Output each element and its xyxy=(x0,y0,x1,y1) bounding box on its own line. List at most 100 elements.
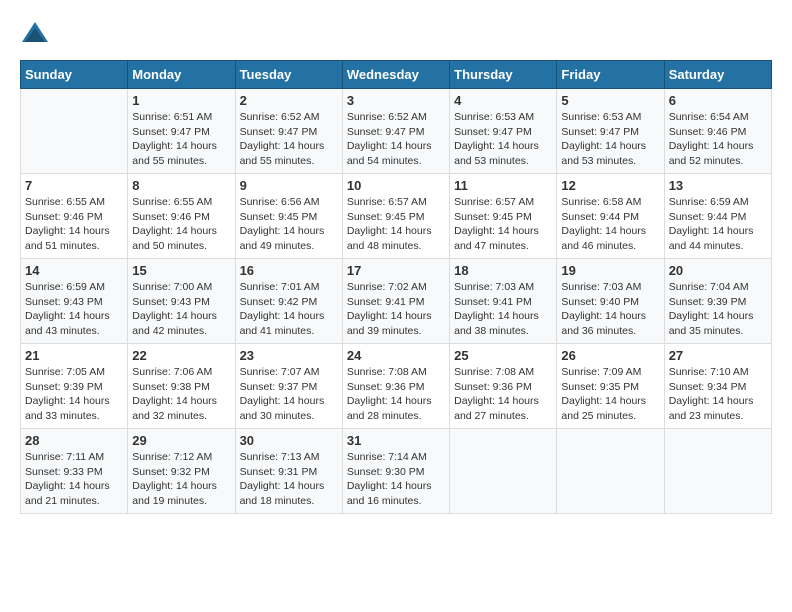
day-number: 22 xyxy=(132,348,230,363)
day-number: 12 xyxy=(561,178,659,193)
table-cell: 13Sunrise: 6:59 AMSunset: 9:44 PMDayligh… xyxy=(664,174,771,259)
day-number: 23 xyxy=(240,348,338,363)
day-number: 31 xyxy=(347,433,445,448)
day-number: 27 xyxy=(669,348,767,363)
day-info: Sunrise: 7:13 AMSunset: 9:31 PMDaylight:… xyxy=(240,450,338,509)
table-cell: 1Sunrise: 6:51 AMSunset: 9:47 PMDaylight… xyxy=(128,89,235,174)
day-info: Sunrise: 6:52 AMSunset: 9:47 PMDaylight:… xyxy=(240,110,338,169)
day-info: Sunrise: 6:57 AMSunset: 9:45 PMDaylight:… xyxy=(454,195,552,254)
day-info: Sunrise: 7:03 AMSunset: 9:40 PMDaylight:… xyxy=(561,280,659,339)
table-cell: 25 Sunrise: 7:08 AMSunset: 9:36 PMDayligh… xyxy=(450,344,557,429)
table-cell: 22 Sunrise: 7:06 AMSunset: 9:38 PMDayligh… xyxy=(128,344,235,429)
day-number: 16 xyxy=(240,263,338,278)
table-cell: 20 Sunrise: 7:04 AMSunset: 9:39 PMDayligh… xyxy=(664,259,771,344)
day-info: Sunrise: 6:56 AMSunset: 9:45 PMDaylight:… xyxy=(240,195,338,254)
day-info: Sunrise: 6:58 AMSunset: 9:44 PMDaylight:… xyxy=(561,195,659,254)
day-number: 29 xyxy=(132,433,230,448)
page-header xyxy=(20,20,772,50)
day-info: Sunrise: 7:11 AMSunset: 9:33 PMDaylight:… xyxy=(25,450,123,509)
table-cell: 24 Sunrise: 7:08 AMSunset: 9:36 PMDayligh… xyxy=(342,344,449,429)
table-cell: 9 Sunrise: 6:56 AMSunset: 9:45 PMDaylight… xyxy=(235,174,342,259)
table-cell: 12 Sunrise: 6:58 AMSunset: 9:44 PMDayligh… xyxy=(557,174,664,259)
day-number: 30 xyxy=(240,433,338,448)
day-number: 24 xyxy=(347,348,445,363)
day-info: Sunrise: 7:08 AMSunset: 9:36 PMDaylight:… xyxy=(347,365,445,424)
day-number: 8 xyxy=(132,178,230,193)
table-cell xyxy=(557,429,664,514)
day-number: 28 xyxy=(25,433,123,448)
day-number: 21 xyxy=(25,348,123,363)
day-info: Sunrise: 7:06 AMSunset: 9:38 PMDaylight:… xyxy=(132,365,230,424)
day-number: 4 xyxy=(454,93,552,108)
day-info: Sunrise: 7:10 AMSunset: 9:34 PMDaylight:… xyxy=(669,365,767,424)
logo-icon xyxy=(20,20,50,50)
table-cell: 2 Sunrise: 6:52 AMSunset: 9:47 PMDaylight… xyxy=(235,89,342,174)
table-cell: 15 Sunrise: 7:00 AMSunset: 9:43 PMDayligh… xyxy=(128,259,235,344)
calendar-table: SundayMondayTuesdayWednesdayThursdayFrid… xyxy=(20,60,772,514)
day-number: 26 xyxy=(561,348,659,363)
day-info: Sunrise: 6:51 AMSunset: 9:47 PMDaylight:… xyxy=(132,110,230,169)
table-cell: 21 Sunrise: 7:05 AMSunset: 9:39 PMDayligh… xyxy=(21,344,128,429)
table-cell: 29Sunrise: 7:12 AMSunset: 9:32 PMDayligh… xyxy=(128,429,235,514)
weekday-header-thursday: Thursday xyxy=(450,61,557,89)
day-info: Sunrise: 6:55 AMSunset: 9:46 PMDaylight:… xyxy=(132,195,230,254)
table-cell: 18 Sunrise: 7:03 AMSunset: 9:41 PMDayligh… xyxy=(450,259,557,344)
day-number: 7 xyxy=(25,178,123,193)
day-info: Sunrise: 7:03 AMSunset: 9:41 PMDaylight:… xyxy=(454,280,552,339)
table-cell xyxy=(450,429,557,514)
day-number: 5 xyxy=(561,93,659,108)
table-cell: 7 Sunrise: 6:55 AMSunset: 9:46 PMDaylight… xyxy=(21,174,128,259)
day-number: 9 xyxy=(240,178,338,193)
day-number: 18 xyxy=(454,263,552,278)
table-cell: 10 Sunrise: 6:57 AMSunset: 9:45 PMDayligh… xyxy=(342,174,449,259)
day-number: 14 xyxy=(25,263,123,278)
weekday-header-friday: Friday xyxy=(557,61,664,89)
day-info: Sunrise: 7:05 AMSunset: 9:39 PMDaylight:… xyxy=(25,365,123,424)
weekday-header-wednesday: Wednesday xyxy=(342,61,449,89)
week-row-3: 14 Sunrise: 6:59 AMSunset: 9:43 PMDayligh… xyxy=(21,259,772,344)
table-cell: 6Sunrise: 6:54 AMSunset: 9:46 PMDaylight… xyxy=(664,89,771,174)
week-row-5: 28 Sunrise: 7:11 AMSunset: 9:33 PMDayligh… xyxy=(21,429,772,514)
day-info: Sunrise: 7:00 AMSunset: 9:43 PMDaylight:… xyxy=(132,280,230,339)
weekday-header-row: SundayMondayTuesdayWednesdayThursdayFrid… xyxy=(21,61,772,89)
day-info: Sunrise: 6:52 AMSunset: 9:47 PMDaylight:… xyxy=(347,110,445,169)
day-info: Sunrise: 7:02 AMSunset: 9:41 PMDaylight:… xyxy=(347,280,445,339)
table-cell: 27 Sunrise: 7:10 AMSunset: 9:34 PMDayligh… xyxy=(664,344,771,429)
table-cell xyxy=(21,89,128,174)
day-number: 20 xyxy=(669,263,767,278)
table-cell: 16 Sunrise: 7:01 AMSunset: 9:42 PMDayligh… xyxy=(235,259,342,344)
day-info: Sunrise: 7:04 AMSunset: 9:39 PMDaylight:… xyxy=(669,280,767,339)
day-info: Sunrise: 6:55 AMSunset: 9:46 PMDaylight:… xyxy=(25,195,123,254)
day-info: Sunrise: 6:57 AMSunset: 9:45 PMDaylight:… xyxy=(347,195,445,254)
day-number: 3 xyxy=(347,93,445,108)
day-info: Sunrise: 7:01 AMSunset: 9:42 PMDaylight:… xyxy=(240,280,338,339)
week-row-4: 21 Sunrise: 7:05 AMSunset: 9:39 PMDayligh… xyxy=(21,344,772,429)
weekday-header-saturday: Saturday xyxy=(664,61,771,89)
table-cell: 28 Sunrise: 7:11 AMSunset: 9:33 PMDayligh… xyxy=(21,429,128,514)
table-cell: 5 Sunrise: 6:53 AMSunset: 9:47 PMDaylight… xyxy=(557,89,664,174)
table-cell: 4 Sunrise: 6:53 AMSunset: 9:47 PMDaylight… xyxy=(450,89,557,174)
table-cell: 3 Sunrise: 6:52 AMSunset: 9:47 PMDaylight… xyxy=(342,89,449,174)
logo xyxy=(20,20,54,50)
week-row-2: 7 Sunrise: 6:55 AMSunset: 9:46 PMDaylight… xyxy=(21,174,772,259)
day-number: 25 xyxy=(454,348,552,363)
table-cell xyxy=(664,429,771,514)
table-cell: 8 Sunrise: 6:55 AMSunset: 9:46 PMDaylight… xyxy=(128,174,235,259)
day-number: 19 xyxy=(561,263,659,278)
week-row-1: 1Sunrise: 6:51 AMSunset: 9:47 PMDaylight… xyxy=(21,89,772,174)
day-info: Sunrise: 6:53 AMSunset: 9:47 PMDaylight:… xyxy=(561,110,659,169)
day-info: Sunrise: 6:59 AMSunset: 9:43 PMDaylight:… xyxy=(25,280,123,339)
table-cell: 31Sunrise: 7:14 AMSunset: 9:30 PMDayligh… xyxy=(342,429,449,514)
day-info: Sunrise: 6:53 AMSunset: 9:47 PMDaylight:… xyxy=(454,110,552,169)
day-info: Sunrise: 7:09 AMSunset: 9:35 PMDaylight:… xyxy=(561,365,659,424)
day-number: 15 xyxy=(132,263,230,278)
weekday-header-monday: Monday xyxy=(128,61,235,89)
day-number: 10 xyxy=(347,178,445,193)
day-number: 17 xyxy=(347,263,445,278)
day-number: 2 xyxy=(240,93,338,108)
table-cell: 30 Sunrise: 7:13 AMSunset: 9:31 PMDayligh… xyxy=(235,429,342,514)
day-info: Sunrise: 7:07 AMSunset: 9:37 PMDaylight:… xyxy=(240,365,338,424)
table-cell: 14 Sunrise: 6:59 AMSunset: 9:43 PMDayligh… xyxy=(21,259,128,344)
day-info: Sunrise: 7:08 AMSunset: 9:36 PMDaylight:… xyxy=(454,365,552,424)
table-cell: 17 Sunrise: 7:02 AMSunset: 9:41 PMDayligh… xyxy=(342,259,449,344)
